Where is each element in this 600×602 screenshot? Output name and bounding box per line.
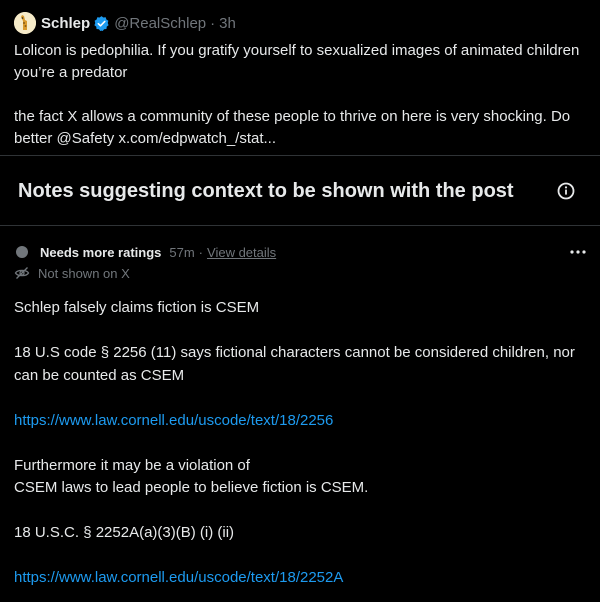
author-name[interactable]: Schlep [41,15,90,32]
note-timestamp: 57m [169,244,195,260]
note-line: 18 U.S code § 2256 (11) says fictional c… [14,344,575,384]
giraffe-icon [14,12,36,34]
more-horizontal-icon[interactable] [568,243,588,261]
note-line: Furthermore it may be a violation of [14,456,250,474]
note-status-row: Needs more ratings 57m · View details [14,243,276,261]
info-icon[interactable] [556,181,576,201]
post-text: Lolicon is pedophilia. If you gratify yo… [14,40,594,150]
note-line: CSEM laws to lead people to believe fict… [14,479,369,496]
post-paragraph: Lolicon is pedophilia. If you gratify yo… [14,42,580,81]
community-note: Needs more ratings 57m · View details No… [0,226,600,602]
header-separator: · [210,14,216,32]
note-source-link[interactable]: https://www.law.cornell.edu/uscode/text/… [14,569,343,586]
post-paragraph: the fact X allows a community of these p… [14,108,571,147]
note-status-label: Needs more ratings [40,244,162,260]
note-line: Schlep falsely claims fiction is CSEM [14,299,260,316]
notes-section-header: Notes suggesting context to be shown wit… [0,156,600,226]
verified-badge-icon [93,15,110,32]
note-body: Schlep falsely claims fiction is CSEM 18… [14,297,594,590]
avatar[interactable] [14,12,36,34]
eye-slash-icon [14,267,30,279]
post-header: Schlep @RealSchlep · 3h [14,12,236,34]
note-line: 18 U.S.C. § 2252A(a)(3)(B) (i) (ii) [14,524,235,541]
note-source-link[interactable]: https://www.law.cornell.edu/uscode/text/… [14,412,333,429]
post[interactable]: Schlep @RealSchlep · 3h Lolicon is pedop… [0,0,600,156]
author-handle[interactable]: @RealSchlep [114,15,206,32]
post-timestamp[interactable]: 3h [219,15,236,32]
note-visibility-label: Not shown on X [38,265,130,281]
notes-section-title: Notes suggesting context to be shown wit… [18,180,514,202]
note-separator: · [198,244,204,260]
status-dot-icon [16,246,28,258]
note-visibility: Not shown on X [14,264,130,282]
view-details-link[interactable]: View details [207,245,276,260]
